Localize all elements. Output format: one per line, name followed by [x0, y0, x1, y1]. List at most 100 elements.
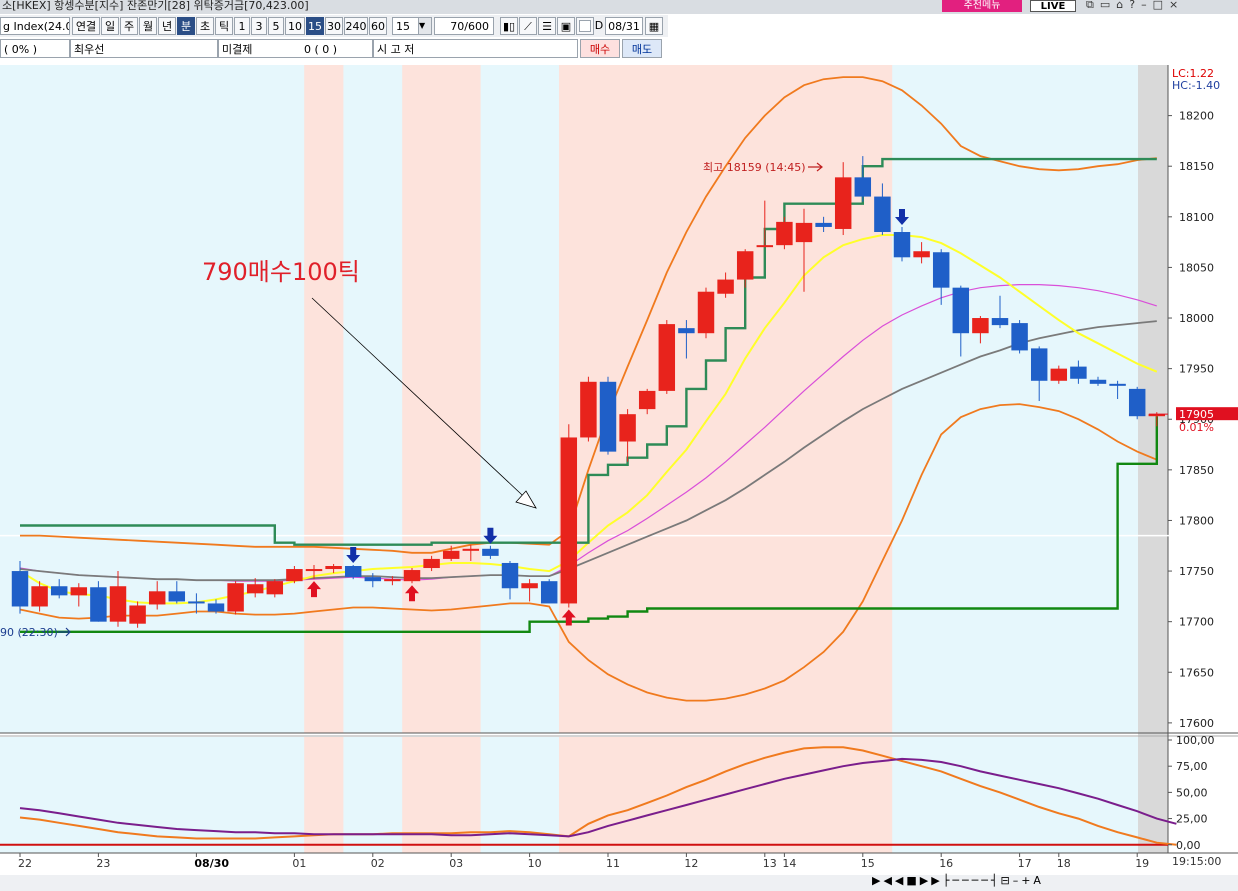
candle-body-40[interactable]	[795, 222, 813, 243]
candle-body-1[interactable]	[31, 586, 48, 607]
period-button-5[interactable]: 분	[177, 17, 195, 35]
save-icon[interactable]: ▣	[557, 17, 575, 35]
candle-body-44[interactable]	[874, 196, 891, 232]
play-icon[interactable]: ▶	[872, 874, 883, 887]
candle-body-36[interactable]	[717, 279, 734, 294]
candle-body-9[interactable]	[188, 601, 205, 604]
period-button-1[interactable]: 일	[101, 17, 119, 35]
candle-body-24[interactable]	[482, 548, 499, 556]
minimize-icon[interactable]: –	[1141, 0, 1153, 11]
candle-body-11[interactable]	[227, 583, 244, 612]
candle-body-3[interactable]	[70, 587, 88, 596]
candle-body-13[interactable]	[266, 581, 284, 595]
candle-body-53[interactable]	[1050, 368, 1068, 381]
list-icon[interactable]: ☰	[538, 17, 556, 35]
candle-body-23[interactable]	[462, 548, 480, 551]
candle-body-48[interactable]	[952, 287, 970, 334]
restore-icon[interactable]: ⧉	[1086, 0, 1100, 11]
candle-body-12[interactable]	[246, 584, 264, 594]
chart-navigation[interactable]: ▶◀◀■▶▶├────┤⊟–+A	[872, 874, 1044, 887]
d-checkbox[interactable]	[579, 20, 591, 32]
candle-body-27[interactable]	[540, 581, 558, 604]
candle-body-47[interactable]	[932, 252, 950, 288]
period-button-11[interactable]: 10	[285, 17, 305, 35]
candle-body-4[interactable]	[90, 587, 107, 622]
candle-body-28[interactable]	[560, 437, 578, 604]
candle-body-7[interactable]	[148, 591, 166, 605]
calendar-icon[interactable]: ▦	[645, 17, 663, 35]
text-size-icon[interactable]: A	[1033, 874, 1044, 887]
candle-body-42[interactable]	[834, 177, 852, 229]
candle-body-19[interactable]	[384, 579, 401, 582]
candle-body-5[interactable]	[109, 586, 127, 622]
window-icon[interactable]: ▭	[1100, 0, 1116, 11]
candle-body-10[interactable]	[207, 603, 225, 612]
stop-icon[interactable]: ■	[906, 874, 919, 887]
zoom-in-icon[interactable]: +	[1021, 874, 1033, 887]
close-icon[interactable]: ×	[1169, 0, 1184, 11]
candle-body-54[interactable]	[1070, 366, 1087, 379]
candle-body-31[interactable]	[619, 414, 636, 442]
candle-body-49[interactable]	[972, 318, 989, 334]
candle-body-43[interactable]	[854, 177, 872, 197]
candle-body-37[interactable]	[736, 251, 754, 280]
period-button-6[interactable]: 초	[196, 17, 214, 35]
zoom-out-icon[interactable]: –	[1013, 874, 1022, 887]
candle-body-32[interactable]	[638, 390, 656, 410]
period-button-2[interactable]: 주	[120, 17, 138, 35]
period-button-0[interactable]: 연결	[72, 17, 100, 35]
period-button-3[interactable]: 월	[139, 17, 157, 35]
period-button-10[interactable]: 5	[268, 17, 284, 35]
period-button-15[interactable]: 60	[369, 17, 387, 35]
candle-body-6[interactable]	[129, 605, 146, 624]
candle-body-8[interactable]	[168, 591, 186, 602]
candle-body-51[interactable]	[1011, 323, 1028, 351]
symbol-field[interactable]: g Index(24.0	[0, 17, 70, 35]
period-button-4[interactable]: 년	[158, 17, 176, 35]
candle-body-25[interactable]	[501, 562, 519, 589]
period-button-8[interactable]: 1	[234, 17, 250, 35]
candle-body-52[interactable]	[1030, 348, 1048, 381]
candle-body-38[interactable]	[756, 245, 774, 248]
candle-type-icon[interactable]: ▮▯	[500, 17, 518, 35]
window-controls[interactable]: ⧉▭⌂?–□×	[1086, 0, 1184, 12]
candle-body-21[interactable]	[423, 558, 440, 569]
candle-body-50[interactable]	[991, 318, 1009, 326]
candle-body-14[interactable]	[286, 569, 303, 582]
zoom-icon[interactable]: ⊟	[1000, 874, 1012, 887]
candle-body-57[interactable]	[1128, 388, 1146, 417]
forward-icon[interactable]: ▶▶	[920, 874, 943, 887]
pin-icon[interactable]: ⌂	[1116, 0, 1129, 11]
period-button-7[interactable]: 틱	[215, 17, 233, 35]
candle-body-46[interactable]	[913, 251, 930, 258]
candle-body-15[interactable]	[305, 569, 323, 572]
promo-menu-button[interactable]: 추천메뉴	[942, 0, 1022, 12]
period-button-9[interactable]: 3	[251, 17, 267, 35]
candle-body-17[interactable]	[344, 566, 362, 578]
candle-body-33[interactable]	[658, 324, 676, 391]
buy-button[interactable]: 매수	[580, 39, 620, 58]
candle-body-22[interactable]	[442, 550, 460, 559]
rewind-icon[interactable]: ◀◀	[883, 874, 906, 887]
price-chart[interactable]: 790매수100틱 최고 18159 (14:45) 90 (22:30) 18200…	[0, 62, 1238, 875]
candle-body-56[interactable]	[1109, 383, 1126, 386]
candle-body-45[interactable]	[893, 232, 911, 258]
interval-select[interactable]: 15 ▼	[392, 17, 432, 35]
help-icon[interactable]: ?	[1129, 0, 1141, 11]
period-button-13[interactable]: 30	[325, 17, 343, 35]
candle-body-34[interactable]	[678, 328, 695, 334]
live-button[interactable]: LIVE	[1030, 0, 1076, 12]
candle-body-39[interactable]	[776, 221, 793, 246]
candle-body-20[interactable]	[403, 570, 421, 582]
candle-body-26[interactable]	[521, 583, 538, 589]
candle-body-16[interactable]	[325, 566, 342, 570]
candle-body-55[interactable]	[1089, 379, 1107, 384]
candle-body-30[interactable]	[599, 381, 617, 452]
maximize-icon[interactable]: □	[1153, 0, 1169, 11]
candle-body-29[interactable]	[580, 381, 597, 438]
candle-body-41[interactable]	[815, 222, 832, 227]
candle-body-2[interactable]	[50, 586, 68, 596]
sell-button[interactable]: 매도	[622, 39, 662, 58]
compare-icon[interactable]: ⟋	[519, 17, 537, 35]
period-button-14[interactable]: 240	[344, 17, 368, 35]
